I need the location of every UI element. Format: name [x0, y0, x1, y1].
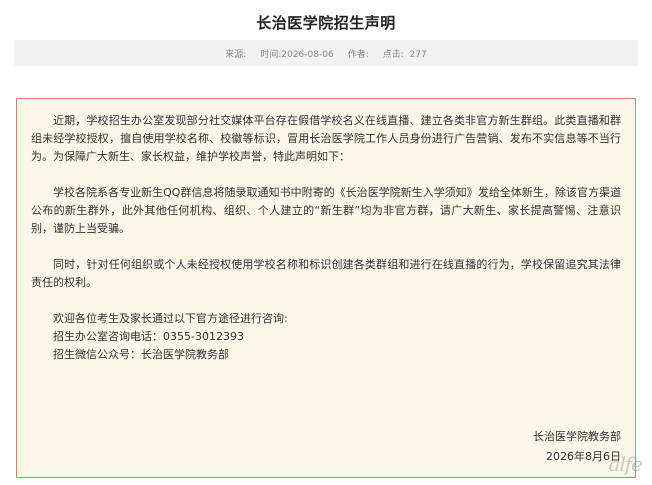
- signature-date: 2026年8月6日: [546, 450, 621, 463]
- meta-time: 时间:2026-08-06: [260, 47, 333, 60]
- contact-block: 欢迎各位考生及家长通过以下官方途径进行咨询: 招生办公室咨询电话：0355-30…: [31, 310, 621, 364]
- meta-time-label: 时间:: [260, 49, 282, 60]
- meta-author: 作者:: [347, 49, 369, 60]
- meta-views-value: 277: [409, 49, 427, 60]
- announcement-content-box: 近期，学校招生办公室发现部分社交媒体平台存在假借学校名义在线直播、建立各类非官方…: [16, 98, 636, 478]
- article-meta-bar: 来源: 时间:2026-08-06 作者: 点击: 277: [14, 40, 638, 66]
- contact-intro: 欢迎各位考生及家长通过以下官方途径进行咨询:: [53, 312, 288, 325]
- signature-org: 长治医学院教务部: [533, 430, 621, 443]
- paragraph-legal: 同时，针对任何组织或个人未经授权使用学校名称和标识创建各类群组和进行在线直播的行…: [31, 258, 621, 289]
- paragraph-qq-group: 学校各院系各专业新生QQ群信息将随录取通知书中附寄的《长治医学院新生入学须知》发…: [31, 186, 621, 235]
- signature-block: 长治医学院教务部 2026年8月6日: [533, 427, 621, 467]
- contact-phone: 招生办公室咨询电话：0355-3012393: [53, 330, 244, 343]
- page-title: 长治医学院招生声明: [256, 14, 396, 32]
- meta-time-value: 2026-08-06: [281, 49, 334, 60]
- paragraph-intro: 近期，学校招生办公室发现部分社交媒体平台存在假借学校名义在线直播、建立各类非官方…: [31, 114, 621, 163]
- meta-views: 点击: 277: [383, 47, 427, 60]
- meta-source: 来源:: [225, 49, 247, 60]
- contact-wechat: 招生微信公众号：长治医学院教务部: [53, 348, 229, 361]
- meta-views-label: 点击:: [382, 49, 404, 60]
